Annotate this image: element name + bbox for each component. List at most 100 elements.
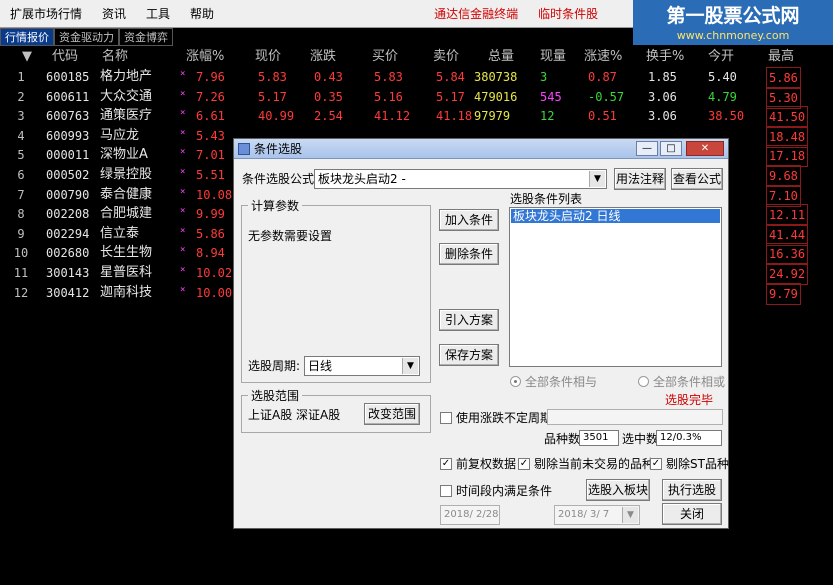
col-high[interactable]: 最高 — [768, 47, 794, 67]
stock-name: 泰合健康 — [100, 186, 153, 202]
period-select[interactable]: 日线 ▼ — [304, 356, 420, 376]
stock-name: 星普医科 — [100, 265, 153, 280]
selected-label: 选中数 — [622, 432, 659, 446]
stock-name: 长生生物 — [100, 245, 153, 261]
check-icon: ✓ — [518, 458, 530, 470]
date-to-field[interactable]: 2018/ 3/ 7 ▼ — [554, 505, 640, 525]
flag-icon: × — [180, 88, 186, 99]
list-item[interactable]: 板块龙头启动2 日线 — [511, 209, 720, 223]
time-range-checkbox[interactable]: 时间段内满足条件 — [440, 483, 552, 499]
radio-icon — [638, 376, 649, 387]
cell-vol: 479016 — [474, 89, 518, 104]
col-bid[interactable]: 买价 — [372, 47, 398, 67]
uncertain-period-checkbox[interactable]: 使用涨跌不定周期 — [440, 410, 552, 426]
cell-price: 40.99 — [258, 109, 295, 124]
cell-speed: 0.51 — [588, 109, 617, 124]
cell-pct: 9.99 — [196, 207, 225, 222]
cell-pct: 7.26 — [196, 89, 225, 104]
cell-price: 5.17 — [258, 89, 287, 104]
menu-market[interactable]: 扩展市场行情 — [0, 0, 92, 28]
cell-open: 5.40 — [708, 70, 737, 84]
cell-ask: 5.84 — [436, 70, 465, 84]
pre-adjust-checkbox[interactable]: ✓ 前复权数据 — [440, 456, 516, 472]
period-label: 选股周期: — [248, 359, 301, 373]
run-selection-button[interactable]: 执行选股 — [662, 479, 722, 501]
checkbox-icon — [440, 485, 452, 497]
select-to-board-button[interactable]: 选股入板块 — [586, 479, 650, 501]
time-range-label: 时间段内满足条件 — [456, 484, 553, 498]
col-name[interactable]: 名称 — [102, 47, 128, 67]
period-input[interactable] — [547, 409, 723, 425]
chevron-down-icon[interactable]: ▼ — [589, 171, 605, 187]
stock-code: 002680 — [46, 246, 90, 261]
stock-name: 绿景控股 — [100, 167, 153, 182]
cell-speed: -0.57 — [588, 89, 625, 104]
radio-and-label: 全部条件相与 — [525, 375, 598, 389]
sort-arrow-icon[interactable]: ▼ — [22, 47, 32, 67]
exclude-st-label: 剔除ST品种 — [666, 457, 729, 471]
stock-name: 格力地产 — [100, 69, 153, 84]
chevron-down-icon[interactable]: ▼ — [402, 358, 418, 374]
col-ask[interactable]: 卖价 — [433, 47, 459, 67]
close-button[interactable]: 关闭 — [662, 503, 722, 525]
flag-icon: × — [180, 69, 186, 79]
usage-button[interactable]: 用法注释 — [614, 168, 666, 190]
link-terminal[interactable]: 通达信金融终端 — [424, 0, 528, 28]
stock-code: 600611 — [46, 89, 90, 104]
row-number: 8 — [17, 207, 25, 222]
table-row[interactable]: 1 600185 格力地产 × 7.96 5.83 0.43 5.83 5.84 380738 3 0… — [0, 67, 833, 89]
col-chg[interactable]: 涨跌 — [310, 47, 336, 67]
cell-cur: 3 — [540, 70, 548, 84]
date-from-field[interactable]: 2018/ 2/28 — [440, 505, 500, 525]
delete-condition-button[interactable]: 删除条件 — [439, 243, 499, 265]
minimize-icon[interactable]: — — [636, 141, 658, 156]
import-plan-button[interactable]: 引入方案 — [439, 309, 499, 331]
col-pct[interactable]: 涨幅% — [186, 47, 224, 67]
col-cur[interactable]: 现量 — [540, 47, 566, 67]
add-condition-button[interactable]: 加入条件 — [439, 209, 499, 231]
change-scope-button[interactable]: 改变范围 — [364, 403, 420, 425]
tab-capital-game[interactable]: 资金博弈 — [119, 28, 173, 46]
cell-ask: 5.17 — [436, 89, 465, 104]
stock-code: 600993 — [46, 128, 90, 143]
menu-help[interactable]: 帮助 — [180, 0, 224, 28]
count-label: 品种数 — [544, 432, 581, 446]
tab-bar: 行情报价 资金驱动力 资金博弈 — [0, 28, 173, 46]
col-vol[interactable]: 总量 — [488, 47, 514, 67]
date-from-value: 2018/ 2/28 — [444, 509, 499, 520]
flag-icon: × — [180, 186, 186, 197]
formula-select[interactable]: 板块龙头启动2 - ▼ — [314, 169, 607, 189]
link-temp-stocks[interactable]: 临时条件股 — [528, 0, 608, 28]
col-price[interactable]: 现价 — [255, 47, 281, 67]
chevron-down-icon[interactable]: ▼ — [622, 507, 638, 523]
period-value: 日线 — [308, 359, 333, 373]
tab-quotes[interactable]: 行情报价 — [0, 28, 54, 46]
stock-name: 通策医疗 — [100, 108, 153, 124]
row-number: 12 — [13, 285, 29, 300]
col-speed[interactable]: 涨速% — [584, 47, 622, 67]
close-icon[interactable]: ✕ — [686, 141, 724, 156]
condition-list[interactable]: 板块龙头启动2 日线 — [509, 207, 722, 367]
cell-vol: 97979 — [474, 109, 511, 124]
app-icon — [238, 143, 250, 155]
maximize-icon[interactable]: □ — [660, 141, 682, 156]
menu-news[interactable]: 资讯 — [92, 0, 136, 28]
radio-or[interactable]: 全部条件相或 — [638, 373, 725, 390]
view-formula-button[interactable]: 查看公式 — [671, 168, 723, 190]
params-text: 无参数需要设置 — [248, 229, 333, 243]
table-row[interactable]: 2 600611 大众交通 × 7.26 5.17 0.35 5.16 5.17 479016 54… — [0, 86, 833, 109]
tab-capital-drive[interactable]: 资金驱动力 — [54, 28, 119, 46]
menu-tools[interactable]: 工具 — [136, 0, 180, 28]
exclude-st-checkbox[interactable]: ✓ 剔除ST品种 — [650, 456, 729, 472]
save-plan-button[interactable]: 保存方案 — [439, 344, 499, 366]
col-turn[interactable]: 换手% — [646, 47, 684, 67]
col-open[interactable]: 今开 — [708, 47, 734, 67]
stock-code: 000790 — [46, 187, 90, 202]
radio-and[interactable]: 全部条件相与 — [510, 373, 597, 390]
cell-bid: 5.83 — [374, 70, 403, 84]
col-code[interactable]: 代码 — [52, 47, 78, 67]
scope-text: 上证A股 深证A股 — [248, 408, 341, 422]
table-row[interactable]: 3 600763 通策医疗 × 6.61 40.99 2.54 41.12 41.18 97979… — [0, 106, 833, 129]
exclude-halted-checkbox[interactable]: ✓ 剔除当前未交易的品种 — [518, 456, 654, 472]
cell-pct: 7.96 — [196, 70, 225, 84]
